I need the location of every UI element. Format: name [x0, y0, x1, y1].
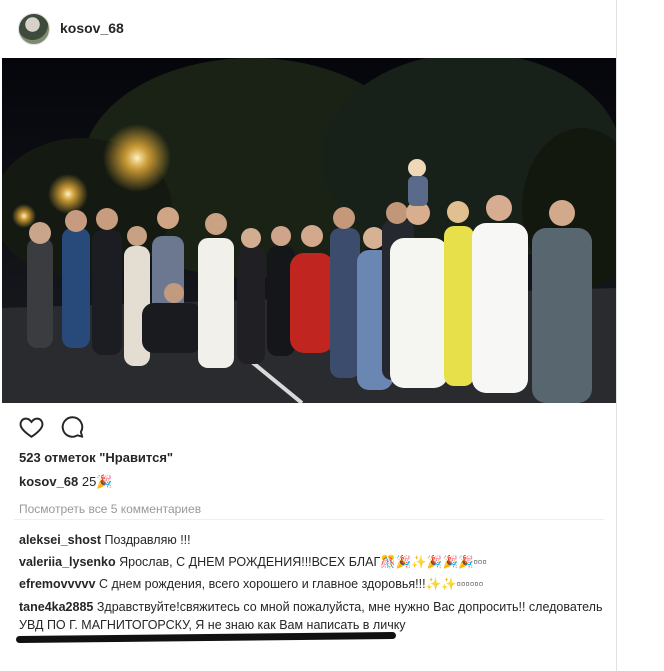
- comment-text: Ярослав, С ДНЕМ РОЖДЕНИЯ!!!ВСЕХ БЛАГ🎊🎉✨🎉…: [119, 555, 487, 569]
- comment-bubble-icon[interactable]: [59, 414, 86, 442]
- post-header: kosov_68: [0, 0, 616, 58]
- heart-icon[interactable]: [18, 414, 45, 442]
- comment-author[interactable]: aleksei_shost: [19, 533, 101, 547]
- view-all-comments-link[interactable]: Посмотреть все 5 комментариев: [19, 502, 201, 516]
- likes-count[interactable]: 523 отметок "Нравится": [19, 450, 173, 465]
- post-photo[interactable]: [2, 58, 616, 403]
- comment-item: tane4ka2885 Здравствуйте!свяжитесь со мн…: [19, 598, 614, 634]
- post-author-username[interactable]: kosov_68: [60, 20, 124, 36]
- comments-list: aleksei_shost Поздравляю !!! valeriia_ly…: [19, 529, 614, 634]
- caption-author[interactable]: kosov_68: [19, 474, 78, 489]
- divider: [14, 519, 604, 520]
- comment-author[interactable]: valeriia_lysenko: [19, 555, 116, 569]
- comment-item: aleksei_shost Поздравляю !!!: [19, 529, 614, 551]
- comment-item: valeriia_lysenko Ярослав, С ДНЕМ РОЖДЕНИ…: [19, 551, 614, 573]
- avatar[interactable]: [18, 13, 50, 45]
- post-actions: [18, 414, 86, 442]
- comment-author[interactable]: tane4ka2885: [19, 600, 93, 614]
- night-group-photo: [2, 58, 616, 403]
- comment-text: С днем рождения, всего хорошего и главно…: [98, 577, 484, 591]
- post-caption: kosov_68 25🎉: [19, 474, 113, 490]
- comment-text: Поздравляю !!!: [104, 533, 191, 547]
- comment-item: efremovvvvv С днем рождения, всего хорош…: [19, 573, 614, 595]
- caption-text: 25🎉: [81, 474, 113, 489]
- comment-author[interactable]: efremovvvvv: [19, 577, 95, 591]
- comment-text: Здравствуйте!свяжитесь со мной пожалуйст…: [19, 600, 603, 632]
- instagram-post: kosov_68 523 отметок "Нравится" kosov_68…: [0, 0, 617, 671]
